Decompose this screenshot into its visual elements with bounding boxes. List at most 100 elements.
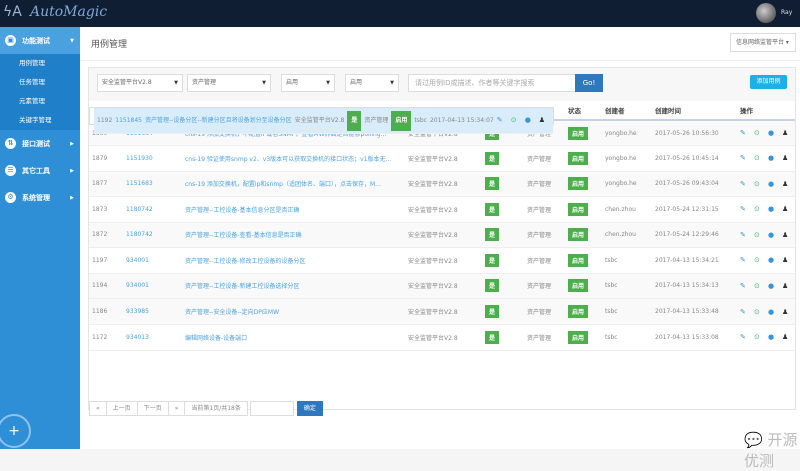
edit-icon[interactable]: ✎ [740,333,754,341]
edit-icon[interactable]: ✎ [740,231,754,239]
testrail-link[interactable]: 1180742 [123,222,182,248]
view-icon[interactable]: ● [768,333,782,341]
avatar[interactable] [756,3,776,23]
copy-icon[interactable]: ♟ [782,308,795,316]
column-header[interactable]: 创建时间 [652,101,737,121]
testrail-link[interactable]: 934001 [123,247,182,274]
view-icon[interactable]: ● [768,256,782,264]
run-icon[interactable]: ⊙ [754,308,768,316]
search-input[interactable]: 请过用例ID或描述、作者等关键字搜索 [408,74,576,92]
view-icon[interactable]: ● [768,205,782,213]
edit-icon[interactable]: ✎ [740,308,754,316]
view-icon[interactable]: ● [768,231,782,239]
table-row[interactable]: 1186 933985 资产管理--安全设备--定向DP应MW 安全监管平台V2.8 是… [89,299,795,325]
testrail-link[interactable]: 933985 [123,299,182,325]
testrail-link[interactable]: 1151683 [123,171,182,197]
description-link[interactable]: 资产管理--工控设备-查看-基本信息是否正确 [182,222,405,248]
add-case-button[interactable]: 添加用例 [750,75,787,89]
copy-icon[interactable]: ♟ [782,180,795,188]
copy-icon[interactable]: ♟ [782,205,795,213]
run-icon[interactable]: ⊙ [754,205,768,213]
edit-icon[interactable]: ✎ [497,112,511,128]
run-icon[interactable]: ⊙ [754,154,768,162]
description-link[interactable]: 资产管理--工控设备-新建工控设备选择分区 [182,273,405,299]
column-header[interactable]: 状态 [565,101,602,121]
table-row[interactable]: 1172 934013 编辑网络设备-设备端口 安全监管平台V2.8 是 资产管理 启用 ts… [89,324,795,351]
view-icon[interactable]: ● [768,282,782,290]
description-link[interactable]: 资产管理--工控设备-修改工控设备的设备分区 [182,247,405,274]
testrail-link[interactable]: 934013 [123,324,182,351]
first-page-button[interactable]: « [89,401,107,416]
table-row[interactable]: 1197 934001 资产管理--工控设备-修改工控设备的设备分区 安全监管平台V2… [89,247,795,274]
edit-icon[interactable]: ✎ [740,282,754,290]
description-link[interactable]: 资产管理--设备分区--新建分区且将设备划分至设备分区 [142,108,292,134]
view-icon[interactable]: ● [525,112,539,128]
module-filter[interactable]: 资产管理 ▼ [187,74,271,92]
next-page-button[interactable]: 下一页 [136,401,169,416]
description-link[interactable]: 资产管理--安全设备--定向DP应MW [182,299,405,325]
view-icon[interactable]: ● [768,308,782,316]
page-input[interactable] [249,401,294,416]
add-fab-button[interactable]: + [0,414,31,448]
creator: yongbo.he [602,145,652,172]
testrail-link[interactable]: 1151930 [123,145,182,172]
prev-page-button[interactable]: 上一页 [105,401,138,416]
smoke-filter[interactable]: 启用 ▼ [281,74,335,92]
testrail-link[interactable]: 1151845 [112,108,143,134]
copy-icon[interactable]: ♟ [782,231,795,239]
table-row[interactable]: 1872 1180742 资产管理--工控设备-查看-基本信息是否正确 安全监管平台V… [89,222,795,248]
status-filter[interactable]: 启用 ▼ [345,74,399,92]
column-header[interactable]: 创建者 [602,101,652,121]
run-icon[interactable]: ⊙ [754,231,768,239]
sidebar-item-system[interactable]: ⚙ 系统管理 ▶ [0,184,80,211]
run-icon[interactable]: ⊙ [511,112,525,128]
view-icon[interactable]: ● [768,129,782,137]
copy-icon[interactable]: ♟ [539,112,553,128]
table-row[interactable]: 1879 1151930 cns-19 验证使用snmp v2、v3版本可以获取交换… [89,145,795,172]
table-row[interactable]: 1873 1180742 资产管理--工控设备-基本信息分区是否正确 安全监管平台V2… [89,196,795,223]
sidebar-subitem-tasks[interactable]: 任务管理 [0,73,80,92]
copy-icon[interactable]: ♟ [782,154,795,162]
smoke-badge: 是 [482,299,524,325]
edit-icon[interactable]: ✎ [740,129,754,137]
testrail-link[interactable]: 1180742 [123,196,182,223]
run-icon[interactable]: ⊙ [754,180,768,188]
view-icon[interactable]: ● [768,154,782,162]
sidebar-subitem-cases[interactable]: 用例管理 [0,54,80,73]
table-row[interactable]: 1877 1151683 cns-19 添加交换机，配置ip和snmp（适团体名、端… [89,171,795,197]
sidebar-item-functional-test[interactable]: ▣ 功能测试 ▼ [0,27,80,54]
project-filter[interactable]: 安全监管平台V2.8 ▼ [97,74,183,92]
copy-icon[interactable]: ♟ [782,282,795,290]
run-icon[interactable]: ⊙ [754,282,768,290]
copy-icon[interactable]: ♟ [782,129,795,137]
run-icon[interactable]: ⊙ [754,333,768,341]
description-link[interactable]: 资产管理--工控设备-基本信息分区是否正确 [182,196,405,223]
description-link[interactable]: cns-19 添加交换机，配置ip和snmp（适团体名、端口），点击保存，M..… [182,171,405,197]
testrail-link[interactable]: 934001 [123,273,182,299]
project-selector[interactable]: 信息网络监管平台 ▾ [730,33,796,52]
sidebar-subitem-elements[interactable]: 元素管理 [0,92,80,111]
user-name[interactable]: Ray [781,9,792,16]
edit-icon[interactable]: ✎ [740,256,754,264]
sidebar-subitem-keywords[interactable]: 关键字管理 [0,111,80,130]
table-row[interactable]: 1192 1151845 资产管理--设备分区--新建分区且将设备划分至设备分区 安全… [89,107,554,134]
run-icon[interactable]: ⊙ [754,129,768,137]
column-header[interactable]: 操作 [737,101,795,121]
description-link[interactable]: 编辑网络设备-设备端口 [182,324,405,351]
project: 安全监管平台V2.8 [405,196,482,223]
go-button[interactable]: Go! [575,74,603,92]
table-row[interactable]: 1194 934001 资产管理--工控设备-新建工控设备选择分区 安全监管平台V2.… [89,273,795,299]
edit-icon[interactable]: ✎ [740,180,754,188]
last-page-button[interactable]: » [167,401,186,416]
copy-icon[interactable]: ♟ [782,333,795,341]
confirm-button[interactable]: 确定 [296,401,323,416]
view-icon[interactable]: ● [768,180,782,188]
page-info: 当前第1页/共18条 [184,401,248,416]
run-icon[interactable]: ⊙ [754,256,768,264]
sidebar-item-tools[interactable]: ☰ 其它工具 ▶ [0,157,80,184]
description-link[interactable]: cns-19 验证使用snmp v2、v3版本可以获取交换机的接口状态；v1版本… [182,145,405,172]
edit-icon[interactable]: ✎ [740,154,754,162]
edit-icon[interactable]: ✎ [740,205,754,213]
sidebar-item-api-test[interactable]: ⇅ 接口测试 ▶ [0,130,80,157]
copy-icon[interactable]: ♟ [782,256,795,264]
